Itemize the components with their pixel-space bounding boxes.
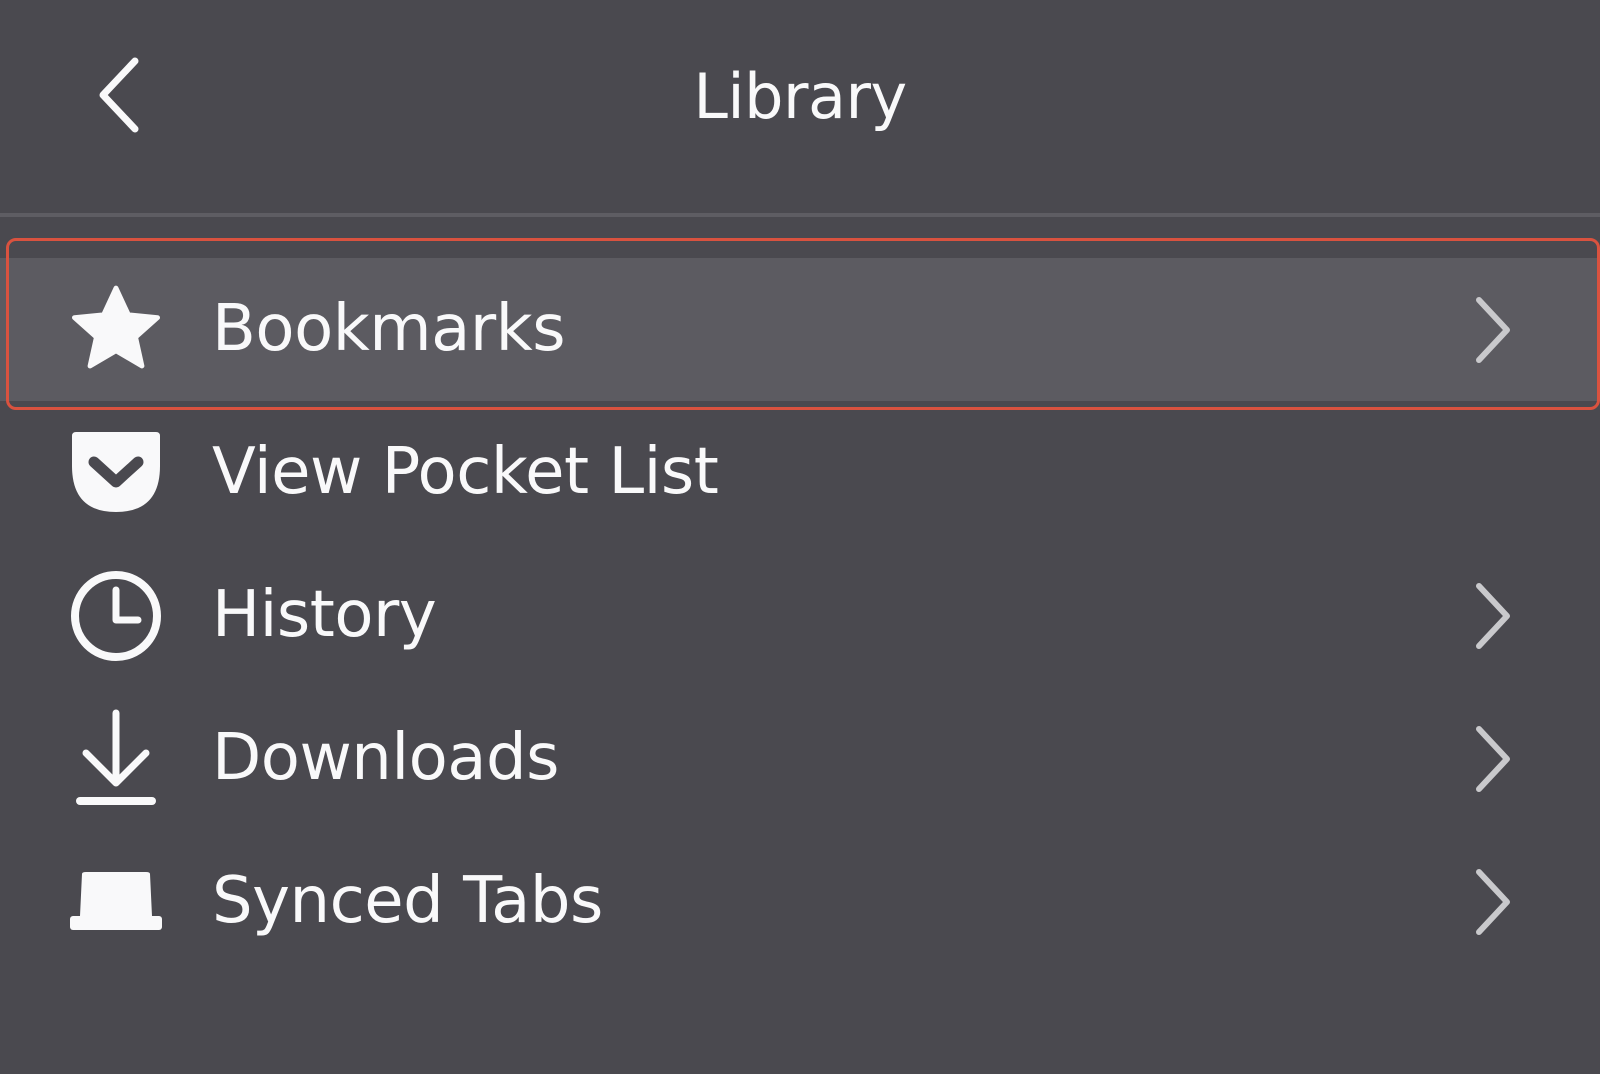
clock-icon xyxy=(68,544,164,687)
chevron-right-icon xyxy=(1468,258,1518,401)
chevron-right-icon xyxy=(1468,687,1518,830)
pocket-icon xyxy=(68,401,164,544)
menu-item-label: Bookmarks xyxy=(212,292,566,366)
panel-header: Library xyxy=(0,0,1600,210)
download-icon xyxy=(68,687,164,830)
library-panel: Library Bookmarks View Pocket List Histo… xyxy=(0,0,1600,1074)
chevron-right-icon xyxy=(1468,544,1518,687)
synced-tabs-icon xyxy=(68,830,164,973)
menu-item-label: View Pocket List xyxy=(212,435,719,509)
menu-item-bookmarks[interactable]: Bookmarks xyxy=(0,258,1600,401)
menu-item-view-pocket-list[interactable]: View Pocket List xyxy=(0,401,1600,544)
menu-item-history[interactable]: History xyxy=(0,544,1600,687)
menu-item-label: History xyxy=(212,578,437,652)
library-menu: Bookmarks View Pocket List History Downl… xyxy=(0,258,1600,973)
star-icon xyxy=(68,258,164,401)
menu-item-label: Synced Tabs xyxy=(212,864,603,938)
menu-item-synced-tabs[interactable]: Synced Tabs xyxy=(0,830,1600,973)
panel-title: Library xyxy=(693,60,907,133)
window-edge xyxy=(1600,0,1617,1074)
menu-item-downloads[interactable]: Downloads xyxy=(0,687,1600,830)
chevron-right-icon xyxy=(1468,830,1518,973)
header-separator xyxy=(0,213,1600,217)
menu-item-label: Downloads xyxy=(212,721,559,795)
